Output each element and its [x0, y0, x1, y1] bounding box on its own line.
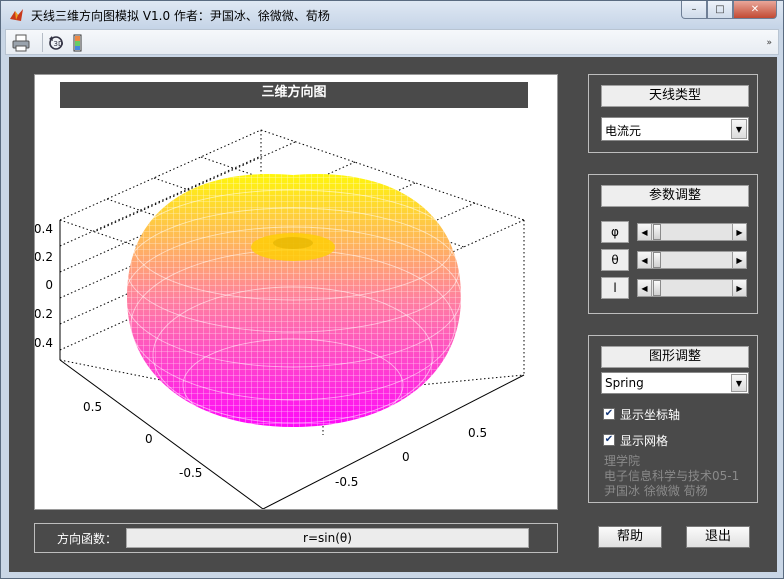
- z-tick-label: 0: [45, 278, 53, 292]
- torus-dimple-shade: [273, 237, 313, 249]
- param-row-phi: φ ◀ ▶: [601, 221, 747, 243]
- colorbar-icon[interactable]: [68, 33, 88, 53]
- plot-title: 三维方向图: [60, 82, 528, 108]
- show-axes-option[interactable]: ✔ 显示坐标轴: [603, 406, 680, 422]
- app-window: 天线三维方向图模拟 V1.0 作者：尹国冰、徐微微、荀杨 – □ ✕ 3D »: [0, 0, 784, 579]
- phi-label: φ: [601, 221, 629, 243]
- show-grid-checkbox[interactable]: ✔: [603, 434, 615, 446]
- function-input[interactable]: r=sin(θ): [126, 528, 529, 548]
- param-row-length: l ◀ ▶: [601, 277, 747, 299]
- phi-slider[interactable]: ◀ ▶: [637, 223, 747, 241]
- y-tick-labels: 0.5 0 -0.5: [335, 426, 487, 489]
- credit-line: 电子信息科学与技术05-1: [604, 469, 740, 483]
- window-title: 天线三维方向图模拟 V1.0 作者：尹国冰、徐微微、荀杨: [31, 9, 330, 23]
- slider-left-arrow-icon[interactable]: ◀: [638, 224, 652, 240]
- title-bar: 天线三维方向图模拟 V1.0 作者：尹国冰、徐微微、荀杨 – □ ✕: [1, 1, 783, 29]
- z-tick-label: 0.2: [35, 250, 53, 264]
- z-tick-labels: 0.4 0.2 0 -0.2 -0.4: [35, 222, 53, 350]
- y-tick-label: 0.5: [468, 426, 487, 440]
- print-icon[interactable]: [11, 33, 31, 53]
- antenna-type-panel: 天线类型 电流元 ▼: [588, 74, 758, 153]
- credit-line: 理学院: [604, 454, 641, 468]
- length-slider[interactable]: ◀ ▶: [637, 279, 747, 297]
- x-tick-label: 0.5: [83, 400, 102, 414]
- svg-text:3D: 3D: [54, 40, 64, 48]
- toolbar-overflow-icon[interactable]: »: [766, 38, 772, 48]
- show-axes-checkbox[interactable]: ✔: [603, 408, 615, 420]
- slider-thumb[interactable]: [653, 252, 661, 268]
- y-tick-label: -0.5: [335, 475, 358, 489]
- slider-left-arrow-icon[interactable]: ◀: [638, 252, 652, 268]
- x-tick-labels: 0.5 0 -0.5: [83, 400, 202, 480]
- maximize-button[interactable]: □: [707, 1, 733, 19]
- antenna-type-header: 天线类型: [601, 85, 749, 107]
- function-bar: 方向函数： r=sin(θ): [34, 523, 558, 553]
- close-button[interactable]: ✕: [733, 1, 777, 19]
- slider-right-arrow-icon[interactable]: ▶: [732, 224, 746, 240]
- theta-label: θ: [601, 249, 629, 271]
- exit-button[interactable]: 退出: [686, 526, 750, 548]
- figure-area: 0.4 0.2 0 -0.2 -0.4 0.5 0 -0.5 0.5 0 -0.…: [9, 57, 777, 572]
- length-label: l: [601, 277, 629, 299]
- toolbar: 3D »: [5, 29, 779, 55]
- radiation-pattern-plot[interactable]: 0.4 0.2 0 -0.2 -0.4 0.5 0 -0.5 0.5 0 -0.…: [35, 75, 557, 509]
- colormap-select[interactable]: Spring ▼: [601, 372, 749, 394]
- z-tick-label: -0.2: [35, 307, 53, 321]
- slider-right-arrow-icon[interactable]: ▶: [732, 280, 746, 296]
- x-tick-label: -0.5: [179, 466, 202, 480]
- chevron-down-icon[interactable]: ▼: [731, 119, 747, 139]
- theta-slider[interactable]: ◀ ▶: [637, 251, 747, 269]
- slider-thumb[interactable]: [653, 224, 661, 240]
- window-controls: – □ ✕: [681, 1, 777, 21]
- z-tick-label: -0.4: [35, 336, 53, 350]
- minimize-button[interactable]: –: [681, 1, 707, 19]
- slider-thumb[interactable]: [653, 280, 661, 296]
- graph-adjust-header: 图形调整: [601, 346, 749, 368]
- matlab-icon: [10, 9, 23, 21]
- antenna-type-select[interactable]: 电流元 ▼: [601, 117, 749, 141]
- chevron-down-icon[interactable]: ▼: [731, 374, 747, 392]
- z-tick-label: 0.4: [35, 222, 53, 236]
- y-tick-label: 0: [402, 450, 410, 464]
- show-grid-option[interactable]: ✔ 显示网格: [603, 432, 668, 448]
- torus-surface: [127, 173, 461, 427]
- x-tick-label: 0: [145, 432, 153, 446]
- slider-right-arrow-icon[interactable]: ▶: [732, 252, 746, 268]
- colormap-value: Spring: [605, 376, 644, 390]
- plot-panel: 0.4 0.2 0 -0.2 -0.4 0.5 0 -0.5 0.5 0 -0.…: [34, 74, 558, 510]
- rotate-icon[interactable]: 3D: [46, 33, 66, 53]
- help-button[interactable]: 帮助: [598, 526, 662, 548]
- credit-line: 尹国冰 徐微微 荀杨: [604, 484, 708, 498]
- show-axes-label: 显示坐标轴: [620, 407, 681, 422]
- slider-left-arrow-icon[interactable]: ◀: [638, 280, 652, 296]
- antenna-type-value: 电流元: [605, 124, 642, 138]
- parameter-panel: 参数调整 φ ◀ ▶ θ ◀ ▶ l ◀ ▶: [588, 174, 758, 314]
- graph-adjust-panel: 图形调整 Spring ▼ ✔ 显示坐标轴 ✔ 显示网格 理学院 电子信息科学与…: [588, 335, 758, 503]
- parameter-header: 参数调整: [601, 185, 749, 207]
- param-row-theta: θ ◀ ▶: [601, 249, 747, 271]
- show-grid-label: 显示网格: [620, 433, 669, 448]
- toolbar-separator: [42, 33, 43, 52]
- function-label: 方向函数：: [57, 532, 118, 546]
